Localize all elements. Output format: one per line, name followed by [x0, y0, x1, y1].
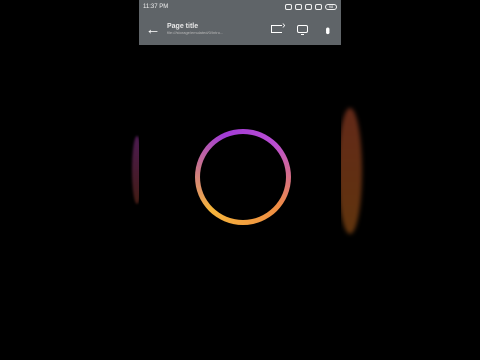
data-icon [295, 3, 302, 10]
share-icon [270, 20, 285, 33]
wifi-icon [315, 3, 322, 10]
page-title-container: Page title file:///storage/emulated/0/In… [167, 23, 263, 35]
share-button[interactable] [263, 13, 289, 45]
right-blurred-ring-fragment [338, 108, 362, 234]
status-bar: 11:37 PM 98 [139, 0, 341, 13]
gradient-ring [195, 129, 291, 225]
video-frame: 11:37 PM 98 ← Page title file:///storage… [0, 0, 480, 360]
page-title: Page title [167, 23, 199, 31]
arrow-left-icon[interactable]: ← [139, 13, 167, 45]
status-time: 11:37 PM [143, 3, 169, 10]
more-options-button[interactable]: ••• [315, 13, 341, 45]
alarm-icon [285, 3, 292, 10]
battery-icon: 98 [325, 3, 337, 10]
desktop-mode-button[interactable] [289, 13, 315, 45]
status-icons: 98 [285, 3, 337, 10]
monitor-icon [296, 25, 308, 35]
signal-icon [305, 3, 312, 10]
page-url: file:///storage/emulated/0/Intro... [167, 30, 224, 35]
browser-toolbar: ← Page title file:///storage/emulated/0/… [139, 13, 341, 45]
more-vert-icon: ••• [320, 26, 336, 32]
